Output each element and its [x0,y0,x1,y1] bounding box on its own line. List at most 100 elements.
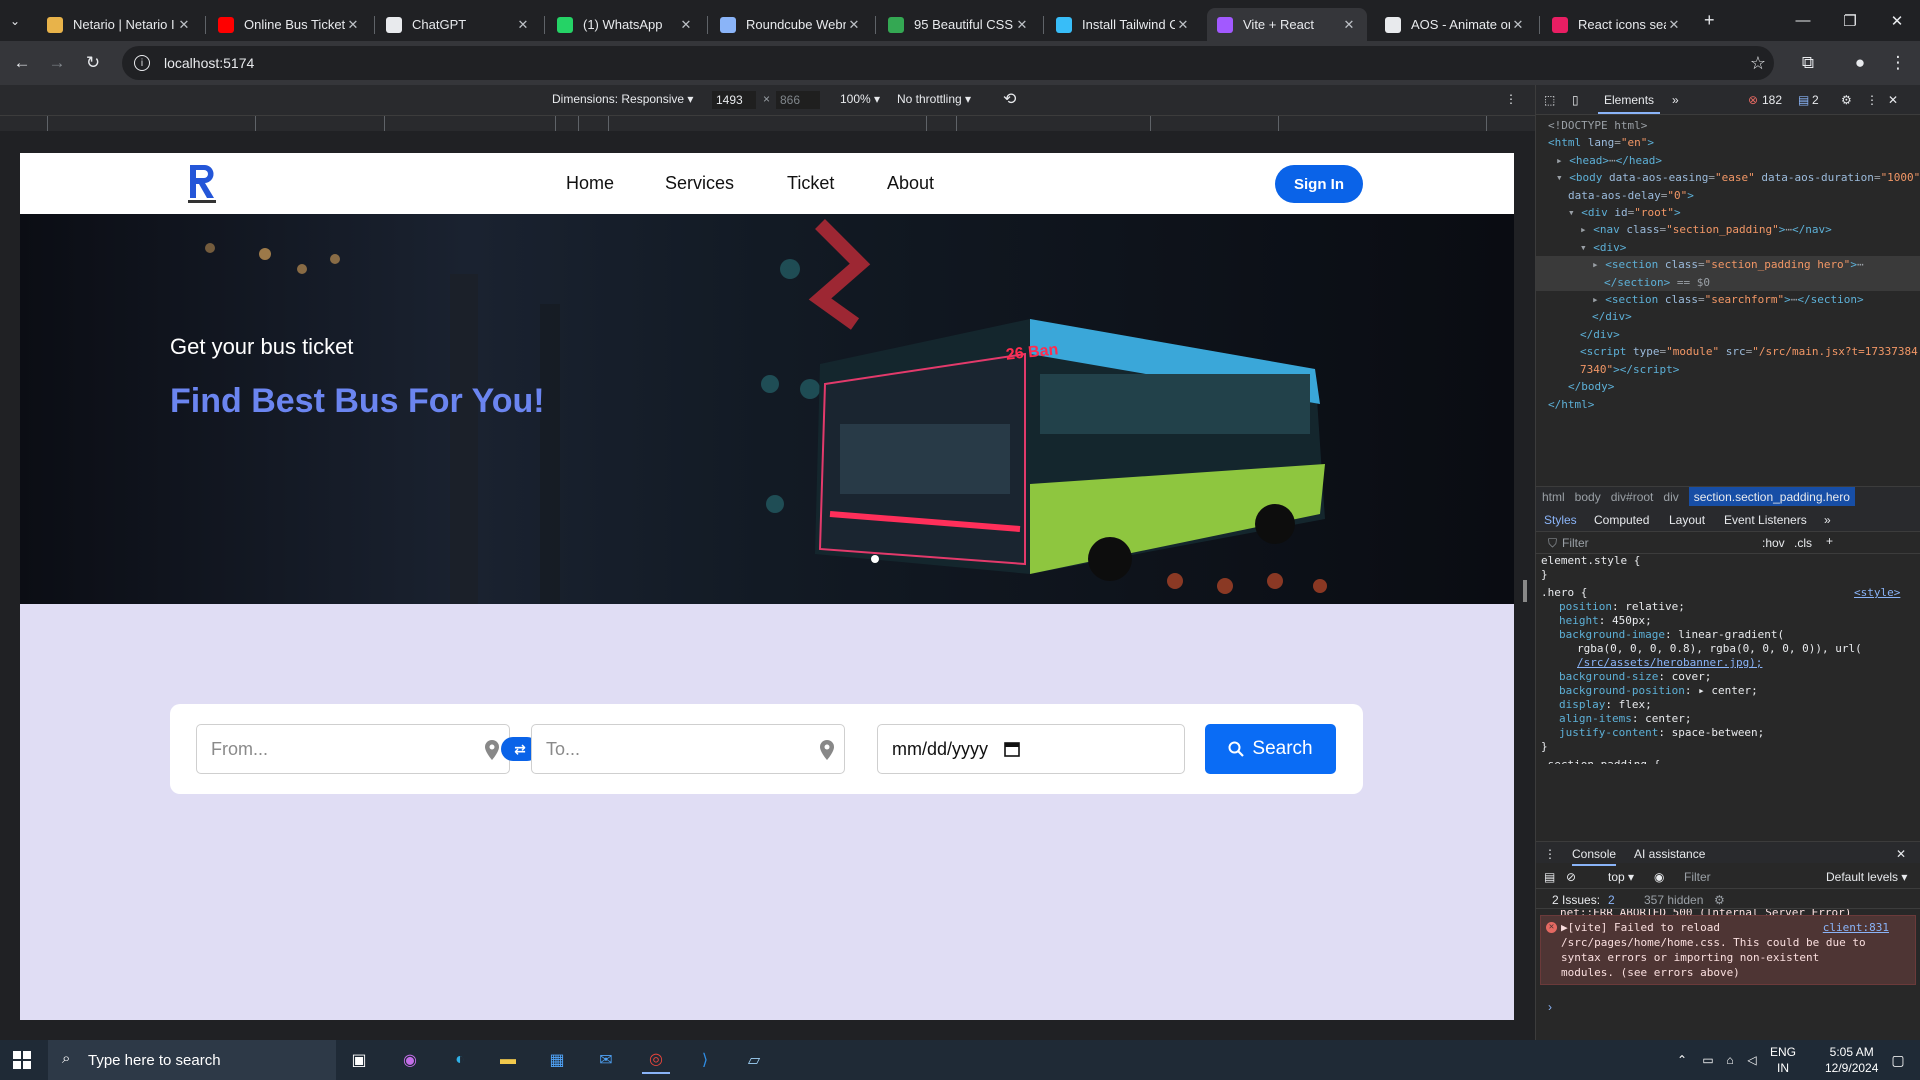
vscode-icon[interactable]: ⟩ [691,1046,719,1074]
edge-icon[interactable]: ◐ [446,1046,474,1074]
throttle-dropdown[interactable]: No throttling ▾ [897,92,971,106]
notepad-icon[interactable]: ▱ [740,1046,768,1074]
browser-tab[interactable]: Install Tailwind CS✕ [1046,8,1201,41]
browser-tab[interactable]: ChatGPT ✕ [376,8,541,41]
back-icon[interactable]: ← [8,49,36,77]
browser-tab[interactable]: (1) WhatsApp ✕ [547,8,704,41]
tray-chevron-icon[interactable]: ⌃ [1668,1046,1696,1074]
tab-ai-assistance[interactable]: AI assistance [1634,847,1705,861]
issues-count[interactable]: 2 [1608,893,1615,907]
nav-home[interactable]: Home [566,153,614,214]
more-tabs-icon[interactable]: » [1672,93,1679,107]
devtools-menu-icon[interactable]: ⋮ [1866,93,1878,107]
new-tab-button[interactable]: + [1694,4,1718,37]
close-tab-icon[interactable]: ✕ [176,17,192,33]
settings-gear-icon[interactable]: ⚙ [1841,93,1852,107]
brand-logo-icon[interactable] [186,162,218,204]
zoom-dropdown[interactable]: 100% ▾ [840,92,880,106]
more-style-tabs-icon[interactable]: » [1824,513,1831,527]
bookmark-star-icon[interactable]: ☆ [1744,49,1772,77]
from-input[interactable]: From... [196,724,510,774]
breadcrumb-item[interactable]: div [1663,490,1678,504]
styles-pane[interactable]: element.style { } .hero {<style> positio… [1536,554,1920,764]
dimensions-dropdown[interactable]: Dimensions: Responsive ▾ [552,92,693,106]
new-rule-icon[interactable]: + [1826,534,1833,548]
copilot-icon[interactable]: ◉ [396,1046,424,1074]
console-settings-icon[interactable]: ⚙ [1714,893,1725,907]
close-tab-icon[interactable]: ✕ [1341,17,1357,33]
browser-tab[interactable]: Vite + React ✕ [1207,8,1367,41]
taskbar-search-box[interactable]: ⌕ Type here to search [48,1040,336,1080]
nav-services[interactable]: Services [665,153,734,214]
browser-tab[interactable]: Roundcube Webn ✕ [710,8,872,41]
breadcrumb-item[interactable]: div#root [1611,490,1654,504]
language-indicator[interactable]: ENG IN [1770,1044,1796,1076]
width-input[interactable]: 1493 [712,91,756,109]
device-more-icon[interactable]: ⋮ [1505,92,1517,106]
tab-layout[interactable]: Layout [1669,513,1705,527]
to-input[interactable]: To... [531,724,845,774]
windows-start-icon[interactable] [8,1046,36,1074]
device-toggle-icon[interactable]: ▯ [1572,93,1579,107]
search-button[interactable]: Search [1205,724,1336,774]
console-error-message[interactable]: ✕ ▶[vite] Failed to reload client:831 /sr… [1540,915,1916,985]
calendar-icon[interactable] [1004,741,1020,757]
error-count-icon[interactable]: ⊗ [1748,93,1758,107]
inspect-icon[interactable]: ⬚ [1544,93,1555,107]
close-tab-icon[interactable]: ✕ [1666,17,1682,33]
task-view-icon[interactable]: ▣ [345,1046,373,1074]
forward-icon[interactable]: → [43,49,71,77]
height-input[interactable]: 866 [776,91,820,109]
mail-icon[interactable]: ✉ [592,1046,620,1074]
close-tab-icon[interactable]: ✕ [1014,17,1030,33]
tab-search-button[interactable]: ⌄ [0,4,34,37]
browser-tab[interactable]: React icons search✕ [1542,8,1692,41]
minimize-icon[interactable]: — [1780,0,1826,41]
close-tab-icon[interactable]: ✕ [846,17,862,33]
issues-label[interactable]: 2 Issues: [1552,893,1600,907]
message-icon[interactable]: ▤ [1798,93,1809,107]
taskbar-clock[interactable]: 5:05 AM 12/9/2024 [1825,1044,1878,1076]
restore-icon[interactable]: ❐ [1827,0,1873,41]
browser-tab[interactable]: Netario | Netario I ✕ [37,8,202,41]
console-sidebar-icon[interactable]: ▤ [1544,870,1555,884]
close-tab-icon[interactable]: ✕ [1510,17,1526,33]
date-input[interactable]: mm/dd/yyyy [877,724,1185,774]
error-source-link[interactable]: client:831 [1823,920,1889,935]
close-window-icon[interactable]: ✕ [1874,0,1920,41]
close-tab-icon[interactable]: ✕ [515,17,531,33]
menu-kebab-icon[interactable]: ⋮ [1884,49,1912,77]
extensions-icon[interactable]: ⧉ [1794,49,1822,77]
tab-elements[interactable]: Elements [1598,93,1661,114]
hov-toggle[interactable]: :hov [1762,536,1785,550]
rotate-icon[interactable]: ⟲ [1003,89,1016,109]
close-devtools-icon[interactable]: ✕ [1888,93,1898,107]
profile-icon[interactable]: ● [1846,49,1874,77]
tab-styles[interactable]: Styles [1544,513,1577,527]
viewport-side-resize-icon[interactable] [1523,580,1527,602]
error-count[interactable]: 182 [1762,93,1782,107]
style-source-link[interactable]: <style> [1854,586,1900,600]
store-icon[interactable]: ▦ [543,1046,571,1074]
breadcrumb-item[interactable]: html [1542,490,1565,504]
close-tab-icon[interactable]: ✕ [1175,17,1191,33]
console-filter-input[interactable]: Filter [1684,870,1711,884]
browser-tab[interactable]: 95 Beautiful CSS b ✕ [878,8,1040,41]
site-info-icon[interactable]: i [134,55,150,71]
styles-filter-input[interactable]: Filter [1562,536,1589,550]
log-levels-dropdown[interactable]: Default levels ▾ [1826,870,1907,884]
volume-icon[interactable]: ◁ [1738,1046,1766,1074]
context-dropdown[interactable]: top ▾ [1608,870,1634,884]
breadcrumb-item-active[interactable]: section.section_padding.hero [1688,486,1855,507]
close-drawer-icon[interactable]: ✕ [1896,847,1906,861]
browser-tab[interactable]: Online Bus Ticket ✕ [208,8,371,41]
tab-computed[interactable]: Computed [1594,513,1649,527]
clear-console-icon[interactable]: ⊘ [1566,870,1576,884]
file-explorer-icon[interactable]: ▬ [494,1046,522,1074]
nav-about[interactable]: About [887,153,934,214]
console-prompt-icon[interactable]: › [1548,1000,1552,1014]
breadcrumb-item[interactable]: body [1575,490,1601,504]
reload-icon[interactable]: ↻ [79,49,107,77]
drawer-menu-icon[interactable]: ⋮ [1544,847,1556,861]
chrome-icon[interactable]: ◎ [642,1046,670,1074]
